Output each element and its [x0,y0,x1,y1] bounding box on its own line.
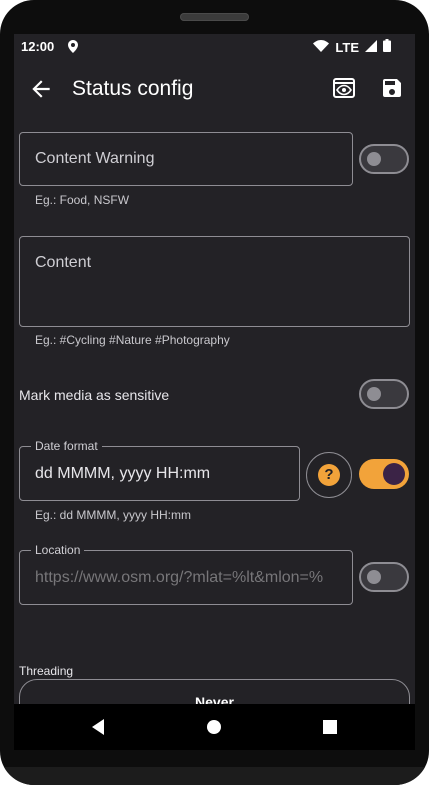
location-field[interactable]: Location https://www.osm.org/?mlat=%lt&m… [19,543,353,605]
settings-content: Content Warning Eg.: Food, NSFW Content … [14,118,415,704]
home-circle-icon[interactable] [204,717,224,737]
wifi-icon [313,39,330,55]
network-type: LTE [335,39,359,55]
content-helper: Eg.: #Cycling #Nature #Photography [35,333,230,347]
screen: 12:00 LTE Status config Content Warning … [14,34,415,750]
toggle-thumb [367,152,381,166]
date-format-field[interactable]: Date format dd MMMM, yyyy HH:mm [19,439,300,501]
preview-eye-icon[interactable] [332,76,358,102]
content-warning-field[interactable]: Content Warning [19,132,353,186]
device-speaker [180,13,249,21]
date-format-value: dd MMMM, yyyy HH:mm [35,465,211,482]
content-warning-placeholder: Content Warning [35,150,155,167]
status-bar: 12:00 LTE [14,34,415,60]
navigation-bar [14,704,415,750]
back-arrow-icon[interactable] [28,76,54,102]
back-triangle-icon[interactable] [88,717,108,737]
location-placeholder: https://www.osm.org/?mlat=%lt&mlon=% [35,569,324,586]
content-warning-toggle[interactable] [359,144,409,174]
battery-icon [383,39,391,55]
date-format-label: Date format [31,439,102,453]
recents-square-icon[interactable] [320,717,340,737]
date-format-help-button[interactable]: ? [306,452,352,498]
status-icons: LTE [313,39,391,55]
content-field[interactable]: Content [19,236,410,327]
date-format-helper: Eg.: dd MMMM, yyyy HH:mm [35,508,192,522]
content-warning-helper: Eg.: Food, NSFW [35,193,130,207]
save-disk-icon[interactable] [380,76,406,102]
threading-selector: Never [19,679,410,704]
status-time: 12:00 [21,39,55,54]
app-bar: Status config [14,60,415,118]
threading-option-never[interactable]: Never [20,680,409,704]
location-label: Location [31,543,85,557]
date-format-toggle[interactable] [359,459,409,489]
signal-icon [365,39,377,55]
toggle-thumb [383,463,405,485]
toggle-thumb [367,387,381,401]
sensitive-toggle[interactable] [359,379,409,409]
toggle-thumb [367,570,381,584]
content-placeholder: Content [35,254,92,271]
page-title: Status config [72,77,194,100]
threading-label: Threading [19,664,74,678]
location-toggle[interactable] [359,562,409,592]
device-frame: 12:00 LTE Status config Content Warning … [0,0,429,785]
location-icon [68,40,78,56]
help-icon: ? [318,464,340,486]
sensitive-label: Mark media as sensitive [19,387,170,403]
